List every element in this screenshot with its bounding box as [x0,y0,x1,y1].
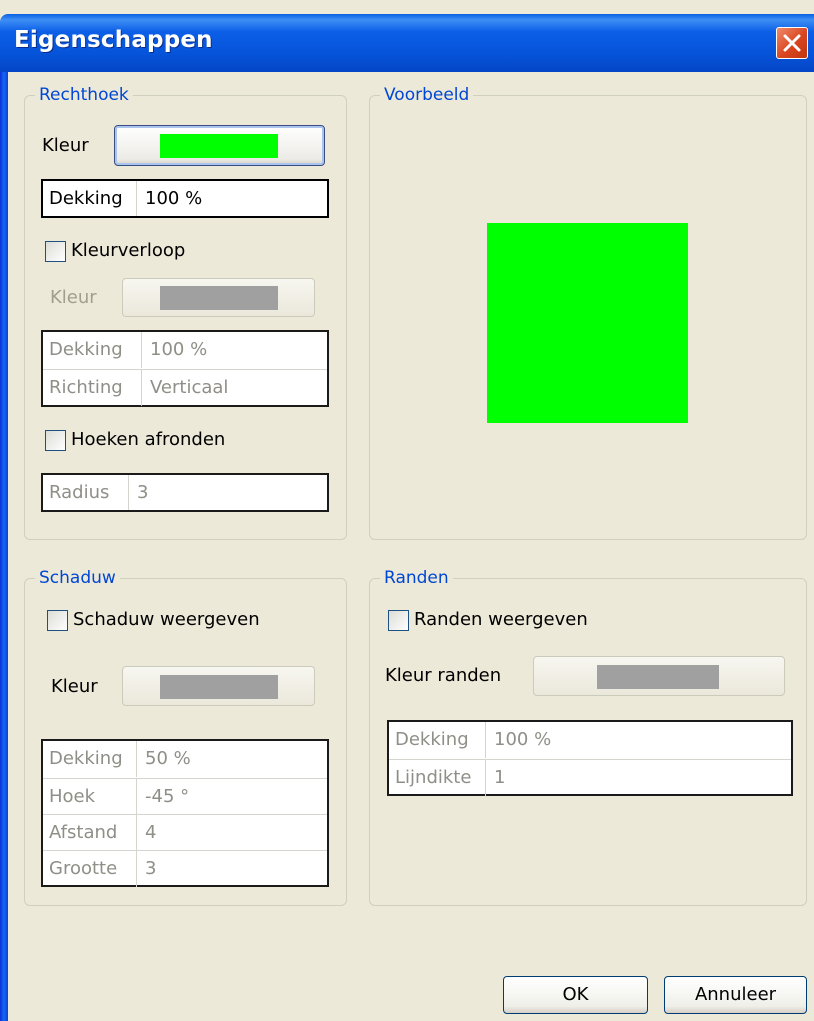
table-row[interactable]: Hoek -45 ° [43,778,327,815]
schaduw-checkbox[interactable] [47,610,68,631]
shadow-afstand-key: Afstand [43,815,137,851]
rect-color-button[interactable] [114,125,325,166]
gradient-dekking-value[interactable]: 100 % [142,332,207,368]
schaduw-legend: Schaduw [39,568,116,588]
shadow-color-label: Kleur [51,676,98,697]
window-border-left [0,72,8,1021]
gradient-color-button[interactable] [122,278,315,317]
shadow-hoek-value[interactable]: -45 ° [137,779,189,815]
border-color-button[interactable] [533,656,785,696]
border-lijndikte-key: Lijndikte [389,760,486,796]
shadow-dekking-key: Dekking [43,741,137,777]
gradient-grid[interactable]: Dekking 100 % Richting Verticaal [41,330,329,407]
ok-button[interactable]: OK [503,976,648,1014]
schaduw-label[interactable]: Schaduw weergeven [73,609,260,630]
table-row[interactable]: Dekking 50 % [43,741,327,777]
rect-color-swatch [160,134,278,158]
window-title: Eigenschappen [14,27,213,53]
randen-checkbox[interactable] [388,610,409,631]
rect-dekking-key: Dekking [43,181,137,216]
cancel-button[interactable]: Annuleer [664,976,807,1014]
close-icon [783,34,801,52]
rect-dekking-grid[interactable]: Dekking 100 % [41,179,329,218]
border-dekking-value[interactable]: 100 % [486,722,551,758]
gradient-richting-key: Richting [43,370,142,406]
table-row[interactable]: Radius 3 [43,475,327,510]
table-row[interactable]: Grootte 3 [43,850,327,887]
gradient-color-label: Kleur [50,287,97,308]
radius-value[interactable]: 3 [129,475,148,510]
border-color-swatch [597,665,719,689]
shadow-hoek-key: Hoek [43,779,137,815]
kleurverloop-checkbox[interactable] [45,241,66,262]
randen-legend: Randen [384,568,449,588]
border-lijndikte-value[interactable]: 1 [486,760,505,796]
gradient-richting-value[interactable]: Verticaal [142,370,228,406]
table-row[interactable]: Dekking 100 % [389,722,791,758]
shadow-grootte-value[interactable]: 3 [137,851,156,887]
hoeken-label[interactable]: Hoeken afronden [71,429,225,450]
shadow-grid[interactable]: Dekking 50 % Hoek -45 ° Afstand 4 Groott… [41,739,329,887]
border-color-label: Kleur randen [385,665,502,686]
table-row[interactable]: Lijndikte 1 [389,759,791,796]
properties-dialog: Eigenschappen Rechthoek Kleur Dekking 10… [0,0,814,1021]
shadow-dekking-value[interactable]: 50 % [137,741,191,777]
preview-rectangle [487,223,688,423]
gradient-color-swatch [160,286,278,310]
table-row[interactable]: Afstand 4 [43,814,327,851]
radius-key: Radius [43,475,129,510]
border-grid[interactable]: Dekking 100 % Lijndikte 1 [387,720,793,796]
table-row[interactable]: Dekking 100 % [43,332,327,368]
shadow-afstand-value[interactable]: 4 [137,815,156,851]
randen-label[interactable]: Randen weergeven [414,609,588,630]
kleurverloop-label[interactable]: Kleurverloop [71,240,185,261]
rechthoek-legend: Rechthoek [39,85,129,105]
rect-dekking-value[interactable]: 100 % [137,181,202,216]
table-row[interactable]: Dekking 100 % [43,181,327,216]
voorbeeld-legend: Voorbeeld [384,85,470,105]
title-bar[interactable]: Eigenschappen [0,14,814,72]
shadow-grootte-key: Grootte [43,851,137,887]
gradient-dekking-key: Dekking [43,332,142,368]
rect-color-label: Kleur [42,135,89,156]
table-row[interactable]: Richting Verticaal [43,369,327,406]
hoeken-checkbox[interactable] [45,430,66,451]
shadow-color-button[interactable] [122,666,315,706]
radius-grid[interactable]: Radius 3 [41,473,329,512]
shadow-color-swatch [160,675,278,699]
close-button[interactable] [776,27,808,59]
border-dekking-key: Dekking [389,722,486,758]
